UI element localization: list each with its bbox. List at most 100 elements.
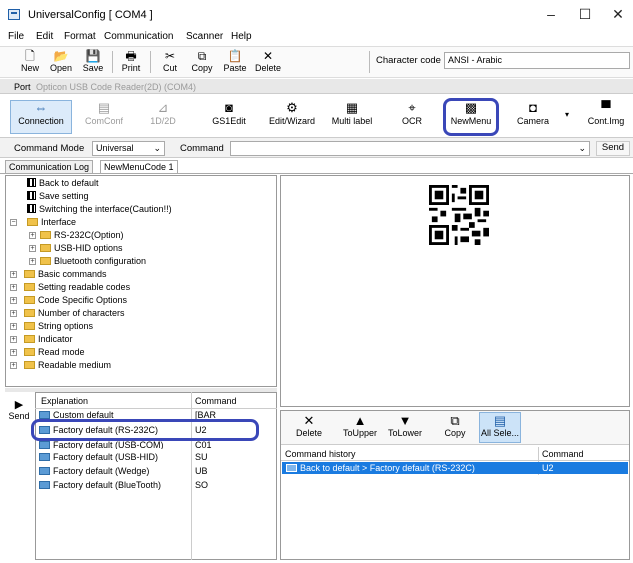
menu-scanner[interactable]: Scanner [186, 31, 223, 42]
history-delete-button[interactable]: ✕ Delete [294, 413, 324, 439]
save-button[interactable]: 💾 Save [79, 49, 107, 77]
column-header-command[interactable]: Command [195, 396, 237, 406]
column-header-command-history[interactable]: Command history [285, 449, 356, 459]
tree-item-label: Indicator [38, 334, 73, 344]
1d-2d-label: 1D/2D [150, 116, 176, 126]
delete-button[interactable]: ✕ Delete [254, 49, 282, 77]
qr-code-icon [27, 178, 36, 187]
edit-wizard-button[interactable]: ⚙ Edit/Wizard [262, 99, 322, 133]
tree-item-interface[interactable]: Interface [27, 217, 76, 227]
folder-icon [40, 244, 51, 252]
list-item[interactable]: Factory default (BlueTooth) [39, 480, 161, 490]
comconf-button[interactable]: ▤ ComConf [78, 99, 130, 133]
chevron-down-icon: ⌄ [578, 143, 586, 153]
new-button[interactable]: 🗋 New [16, 49, 44, 77]
qr-code-preview-icon [429, 185, 489, 245]
row-icon [286, 464, 297, 472]
expand-toggle[interactable]: + [10, 323, 17, 330]
tree-item-basic-commands[interactable]: Basic commands [24, 269, 107, 279]
minimize-button[interactable]: – [536, 4, 566, 24]
expand-toggle[interactable]: + [10, 297, 17, 304]
column-header-command[interactable]: Command [542, 449, 584, 459]
contimg-button[interactable]: ▀ Cont.Img [582, 99, 630, 133]
maximize-button[interactable]: ☐ [570, 4, 600, 24]
collapse-toggle[interactable]: − [10, 219, 17, 226]
camera-icon: ◘ [529, 100, 537, 115]
window-title: UniversalConfig [ COM4 ] [28, 9, 153, 21]
ocr-button[interactable]: ⌖ OCR [392, 99, 432, 133]
tree-item-read-mode[interactable]: Read mode [24, 347, 85, 357]
tree-item-save-setting[interactable]: Save setting [27, 191, 89, 201]
gs1-icon: ◙ [225, 100, 233, 115]
wizard-icon: ⚙ [286, 100, 298, 115]
expand-toggle[interactable]: + [10, 336, 17, 343]
all-select-button[interactable]: ▤ All Sele... [480, 414, 520, 439]
list-item[interactable]: Factory default (USB-COM) [39, 440, 164, 449]
list-item[interactable]: Factory default (Wedge) [39, 466, 149, 476]
1d-2d-button[interactable]: ⊿ 1D/2D [140, 99, 186, 133]
tree-item-usb-hid-options[interactable]: USB-HID options [40, 243, 123, 253]
multi-label-button[interactable]: ▦ Multi label [327, 99, 377, 133]
send-side-button[interactable]: ▶ Send [5, 398, 33, 428]
expand-toggle[interactable]: + [10, 284, 17, 291]
toolbar-divider [369, 51, 370, 73]
toolbar-divider [112, 51, 113, 73]
print-button[interactable]: 🖶 Print [117, 49, 145, 77]
list-item[interactable]: Factory default (USB-HID) [39, 452, 158, 462]
tree-item-setting-readable-codes[interactable]: Setting readable codes [24, 282, 130, 292]
ocr-label: OCR [402, 116, 422, 126]
folder-icon [24, 335, 35, 343]
open-button[interactable]: 📂 Open [47, 49, 75, 77]
paste-button[interactable]: 📋 Paste [221, 49, 249, 77]
tree-item-string-options[interactable]: String options [24, 321, 93, 331]
tree-item-bluetooth-configuration[interactable]: Bluetooth configuration [40, 256, 146, 266]
tree-item-switching-interface[interactable]: Switching the interface(Caution!!) [27, 204, 172, 214]
folder-icon [24, 309, 35, 317]
close-button[interactable]: ✕ [603, 4, 633, 24]
tree-item-readable-medium[interactable]: Readable medium [24, 360, 111, 370]
expand-toggle[interactable]: + [29, 258, 36, 265]
tree-item-code-specific-options[interactable]: Code Specific Options [24, 295, 127, 305]
menu-communication[interactable]: Communication [104, 31, 173, 42]
tree-item-number-of-characters[interactable]: Number of characters [24, 308, 125, 318]
menu-format[interactable]: Format [64, 31, 96, 42]
scissors-icon: ✂ [164, 49, 176, 63]
camera-button[interactable]: ◘ Camera [508, 99, 558, 133]
toupper-button[interactable]: ▲ ToUpper [340, 414, 380, 439]
tree-item-label: Read mode [38, 347, 85, 357]
tolower-label: ToLower [387, 428, 423, 438]
expand-toggle[interactable]: + [10, 349, 17, 356]
tree-item-indicator[interactable]: Indicator [24, 334, 73, 344]
history-copy-button[interactable]: ⧉ Copy [440, 414, 470, 439]
expand-toggle[interactable]: + [10, 271, 17, 278]
expand-toggle[interactable]: + [29, 245, 36, 252]
tab-newmenucode-1[interactable]: NewMenuCode 1 [100, 160, 178, 174]
delete-x-icon: ✕ [303, 413, 315, 428]
command-input[interactable]: ⌄ [230, 141, 590, 156]
expand-toggle[interactable]: + [10, 362, 17, 369]
menu-edit[interactable]: Edit [36, 31, 53, 42]
tree-item-rs232c-option[interactable]: RS-232C(Option) [40, 230, 124, 240]
cut-button[interactable]: ✂ Cut [156, 49, 184, 77]
character-code-label: Character code [376, 55, 441, 66]
connection-button[interactable]: ⇔ Connection [12, 99, 70, 133]
menu-help[interactable]: Help [231, 31, 252, 42]
tree-item-back-to-default[interactable]: Back to default [27, 178, 99, 188]
arrow-down-icon: ▼ [398, 413, 412, 428]
command-mode-select[interactable]: Universal ⌄ [92, 141, 165, 156]
gs1edit-button[interactable]: ◙ GS1Edit [204, 99, 254, 133]
tree-item-label: Back to default [39, 178, 99, 188]
menu-file[interactable]: File [8, 31, 24, 42]
send-button[interactable]: Send [596, 141, 630, 156]
tab-communication-log[interactable]: Communication Log [5, 160, 94, 174]
camera-dropdown-arrow-icon[interactable]: ▾ [565, 110, 569, 119]
folder-icon [24, 296, 35, 304]
expand-toggle[interactable]: + [10, 310, 17, 317]
column-header-explanation[interactable]: Explanation [41, 396, 88, 406]
expand-toggle[interactable]: + [29, 232, 36, 239]
list-item[interactable]: Custom default [39, 410, 114, 419]
character-code-select[interactable]: ANSI - Arabic [444, 52, 630, 69]
tolower-button[interactable]: ▼ ToLower [384, 413, 426, 439]
connection-label: Connection [18, 116, 64, 126]
copy-button[interactable]: ⧉ Copy [188, 49, 216, 77]
